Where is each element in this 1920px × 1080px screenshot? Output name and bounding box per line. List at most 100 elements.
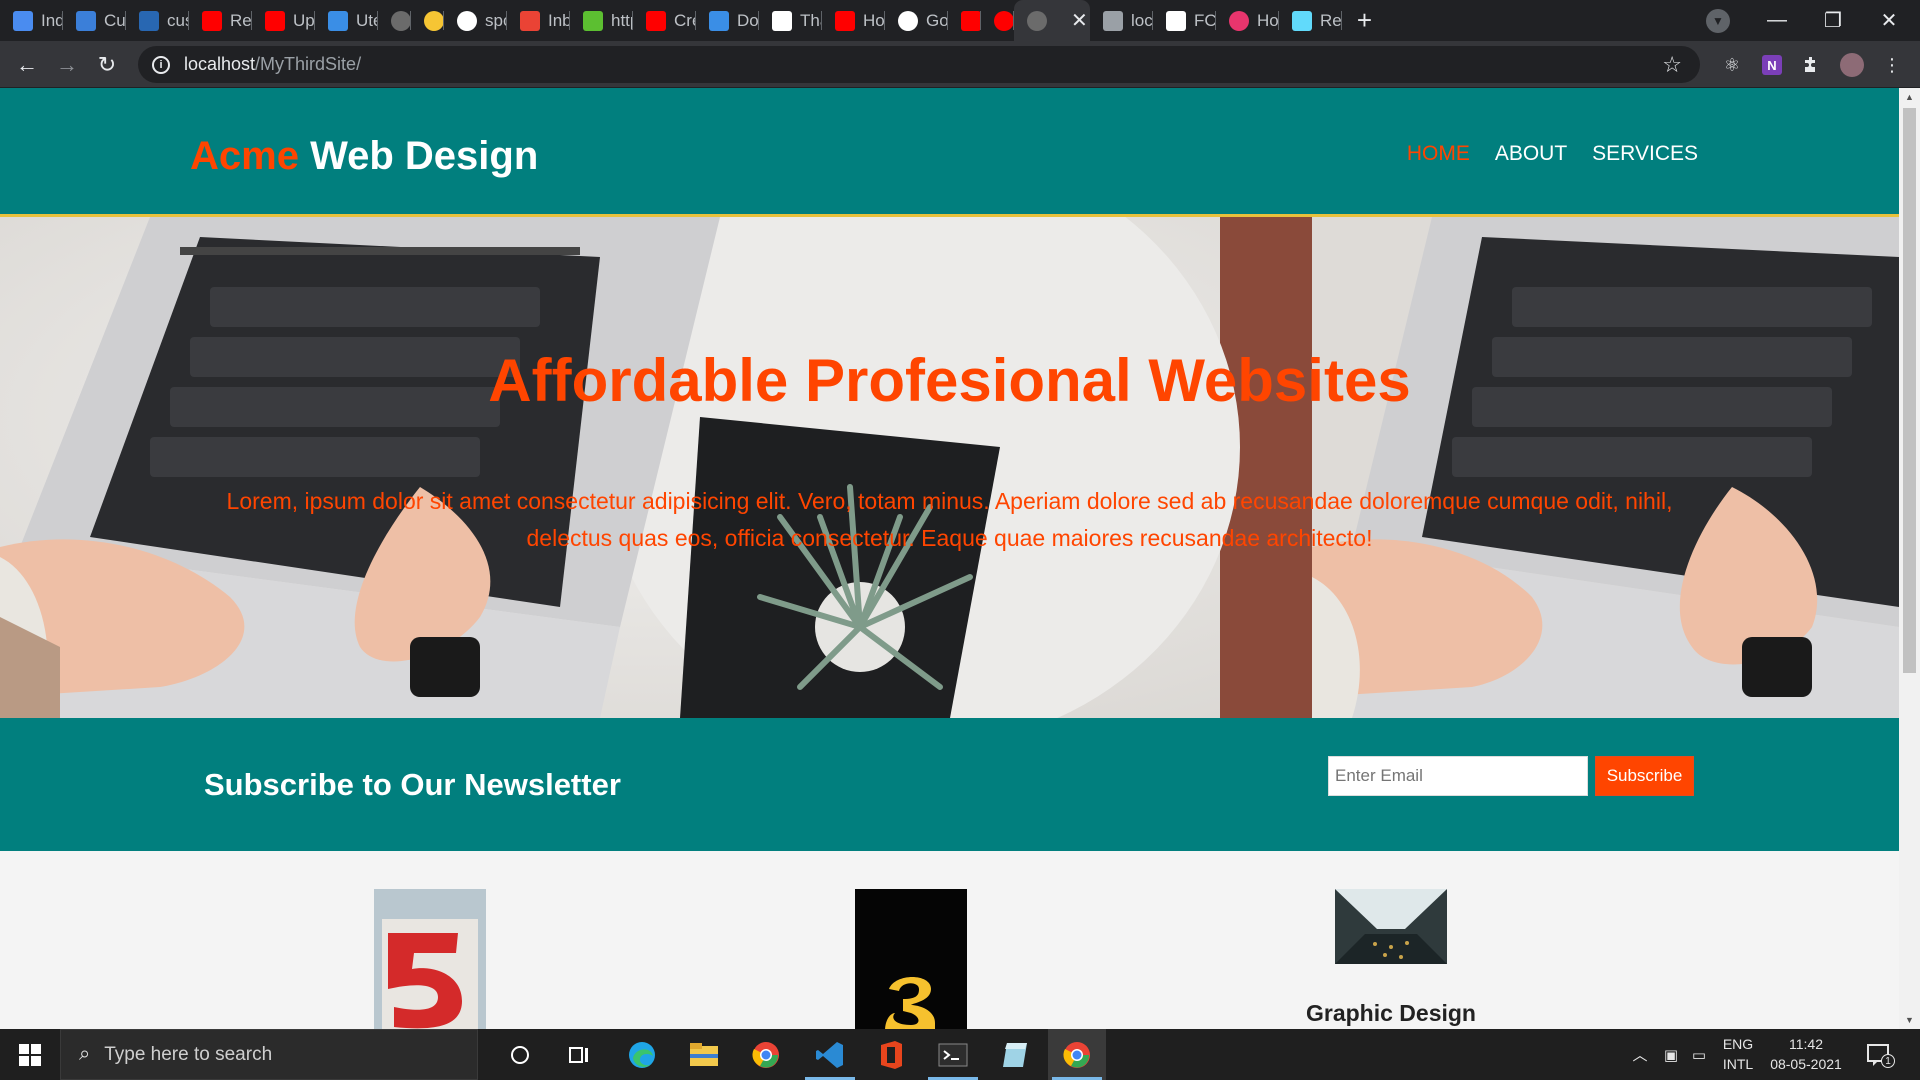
reload-button[interactable]: ↻ (92, 50, 122, 80)
edge-browser-icon[interactable] (613, 1029, 671, 1080)
info-icon (13, 10, 33, 31)
tab-title: http (611, 10, 633, 30)
browser-menu-icon[interactable]: ⋮ (1878, 51, 1906, 79)
browser-tab[interactable]: Dov (696, 0, 759, 41)
close-tab-icon[interactable]: ✕ (1071, 8, 1088, 33)
showcase-title: Affordable Profesional Websites (488, 347, 1411, 414)
system-clock[interactable]: 11:42 08-05-2021 (1763, 1034, 1849, 1074)
browser-tab[interactable] (411, 0, 444, 41)
browser-tab[interactable]: Rea (189, 0, 252, 41)
youtube-icon (835, 10, 855, 31)
extensions-puzzle-icon[interactable] (1798, 51, 1826, 79)
browser-tab[interactable]: http (570, 0, 633, 41)
minimize-button[interactable]: — (1749, 0, 1805, 41)
office-icon[interactable] (862, 1029, 920, 1080)
search-icon: ⌕ (79, 1043, 91, 1065)
restore-button[interactable]: ❐ (1805, 0, 1861, 41)
reload-icon: ↻ (97, 52, 117, 77)
nav-about[interactable]: ABOUT (1495, 142, 1567, 166)
emoji-icon (424, 10, 444, 31)
windows-taskbar: ⌕ Type here to search ︿ ▣ ▭ ENG INTL 11:… (0, 1029, 1920, 1080)
terminal-icon[interactable] (924, 1029, 982, 1080)
browser-tab[interactable]: spo (444, 0, 507, 41)
tab-title: Goo (926, 10, 948, 30)
back-button[interactable]: ← (12, 50, 42, 80)
main-nav: HOME ABOUT SERVICES (1407, 142, 1698, 166)
browser-tab[interactable]: cust (126, 0, 189, 41)
react-devtools-icon[interactable]: ⚛ (1718, 51, 1746, 79)
tab-title: spo (485, 10, 507, 30)
taskbar-search-box[interactable]: ⌕ Type here to search (60, 1029, 478, 1080)
brand-logo[interactable]: Acme Web Design (190, 134, 538, 179)
chrome-icon[interactable] (737, 1029, 795, 1080)
subscribe-button[interactable]: Subscribe (1595, 756, 1694, 796)
address-bar[interactable]: i localhost/MyThirdSite/ ☆ (138, 46, 1700, 83)
cortana-icon[interactable] (491, 1029, 549, 1080)
windows-logo-icon (19, 1043, 41, 1066)
onenote-icon[interactable]: N (1758, 51, 1786, 79)
clock-date: 08-05-2021 (1770, 1056, 1842, 1072)
service-boxes: Graphic Design (0, 851, 1899, 1029)
browser-toolbar: ← → ↻ i localhost/MyThirdSite/ ☆ ⚛ N ⋮ (0, 41, 1920, 88)
browser-tab[interactable]: Cre (633, 0, 696, 41)
browser-tab[interactable]: FCC (1153, 0, 1216, 41)
chrome-active-icon[interactable] (1048, 1029, 1106, 1080)
browser-tab[interactable]: Tha (759, 0, 822, 41)
new-tab-button[interactable]: + (1342, 0, 1387, 41)
browser-tab[interactable] (948, 0, 981, 41)
browser-tab[interactable]: Ute (315, 0, 378, 41)
site-info-icon[interactable]: i (152, 55, 170, 74)
profile-avatar[interactable] (1838, 51, 1866, 79)
service-image-graphic (1335, 889, 1447, 964)
browser-tab[interactable]: Upc (252, 0, 315, 41)
tray-chevron-up-icon[interactable]: ︿ (1625, 1029, 1655, 1080)
email-input[interactable] (1328, 756, 1588, 796)
browser-tab[interactable]: loca (1090, 0, 1153, 41)
file-explorer-icon[interactable] (675, 1029, 733, 1080)
browser-tab[interactable] (378, 0, 411, 41)
spotify-icon (457, 10, 477, 31)
scroll-down-arrow-icon[interactable]: ▼ (1899, 1011, 1920, 1029)
bookmark-star-icon[interactable]: ☆ (1662, 52, 1682, 78)
page-viewport: Acme Web Design HOME ABOUT SERVICES Affo… (0, 88, 1899, 1029)
minimize-icon: — (1767, 9, 1787, 31)
browser-tab[interactable]: Cus (63, 0, 126, 41)
battery-icon[interactable]: ▭ (1684, 1029, 1714, 1080)
task-view-icon[interactable] (550, 1029, 608, 1080)
tab-title: Upc (293, 10, 315, 30)
scroll-up-arrow-icon[interactable]: ▲ (1899, 88, 1920, 106)
meet-now-icon[interactable]: ▣ (1657, 1029, 1685, 1080)
vscode-icon[interactable] (801, 1029, 859, 1080)
tab-title: loca (1131, 10, 1153, 30)
start-button[interactable] (0, 1029, 60, 1080)
browser-tab[interactable]: Hov (1216, 0, 1279, 41)
browser-tab[interactable]: Inde (0, 0, 63, 41)
language-indicator[interactable]: ENG INTL (1713, 1034, 1763, 1074)
scrollbar-thumb[interactable] (1903, 108, 1916, 673)
close-window-button[interactable]: ✕ (1861, 0, 1917, 41)
linkedin-icon (139, 10, 159, 31)
service-image-three (855, 889, 967, 1029)
gmail-icon (520, 10, 540, 31)
browser-tab[interactable]: ✕ (1014, 0, 1090, 41)
tab-title: Rea (1320, 10, 1342, 30)
tab-title: FCC (1194, 10, 1216, 30)
showcase-content: Affordable Profesional Websites Lorem, i… (0, 217, 1899, 718)
service-image-five (374, 889, 486, 1029)
nav-home[interactable]: HOME (1407, 142, 1470, 166)
page-scrollbar[interactable]: ▲ ▼ (1899, 88, 1920, 1029)
tab-title: Ute (356, 10, 378, 30)
browser-tab[interactable]: Rea (1279, 0, 1342, 41)
browser-tab[interactable]: Hov (822, 0, 885, 41)
tab-search-button[interactable]: ▼ (1706, 9, 1730, 33)
nav-services[interactable]: SERVICES (1592, 142, 1698, 166)
forward-button[interactable]: → (52, 50, 82, 80)
browser-tab[interactable]: Goo (885, 0, 948, 41)
showcase-text: Lorem, ipsum dolor sit amet consectetur … (226, 488, 1673, 551)
notification-center-icon[interactable]: 1 (1864, 1040, 1895, 1070)
tab-title: Inb (548, 10, 570, 30)
newsletter-title: Subscribe to Our Newsletter (204, 767, 621, 802)
notes-app-icon[interactable] (986, 1029, 1044, 1080)
browser-tab[interactable]: Inb (507, 0, 570, 41)
browser-tab[interactable] (981, 0, 1014, 41)
